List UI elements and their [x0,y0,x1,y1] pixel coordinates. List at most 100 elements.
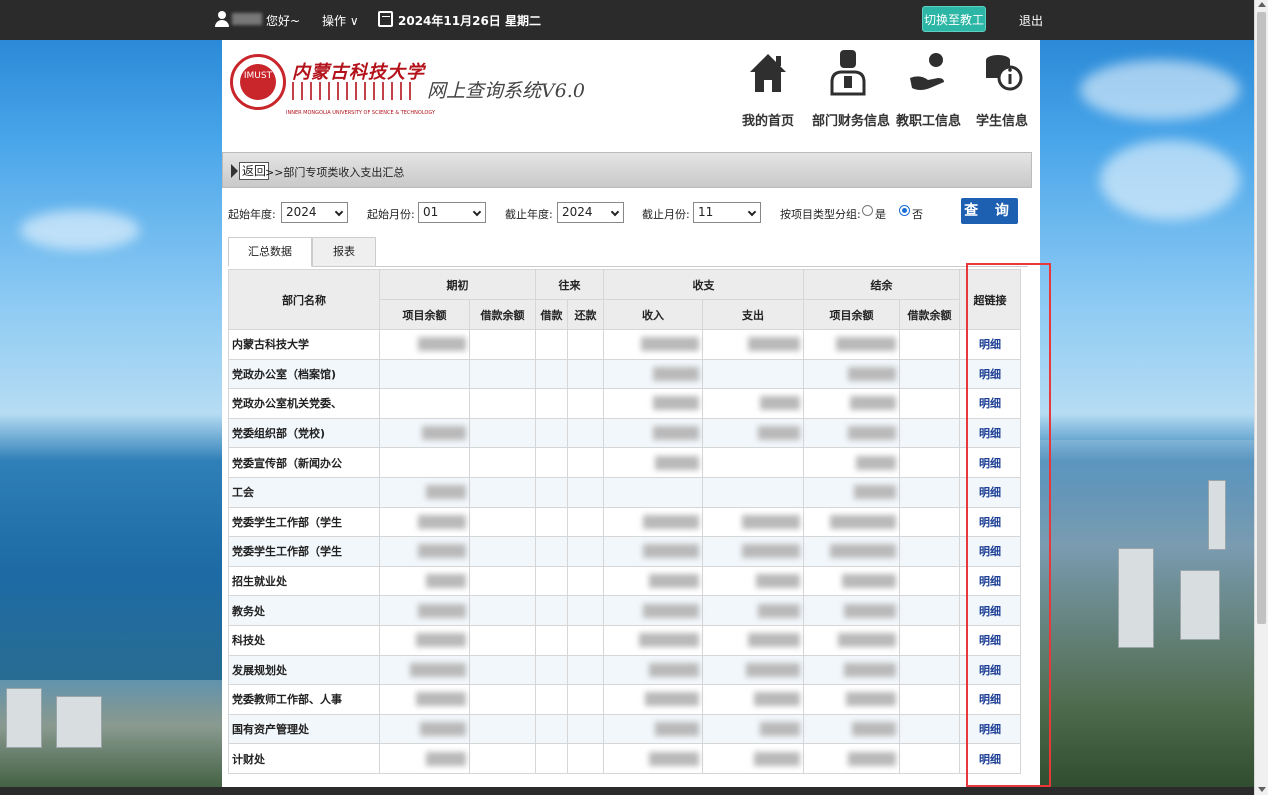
nav-home[interactable]: 我的首页 [742,48,794,129]
dept-name-cell: 党委学生工作部（学生 [228,506,380,538]
value-cell-redacted [702,654,804,686]
value-cell-redacted [379,388,470,419]
value-cell-redacted [567,447,604,478]
logout-link[interactable]: 退出 [1019,12,1043,29]
value-cell-redacted [803,713,900,745]
table-row: 党委学生工作部（学生 明细 [228,536,1021,567]
group-yes-label: 是 [875,208,886,221]
background-cloud [20,210,140,250]
group-no-radio[interactable] [899,205,910,216]
col-income: 收入 [603,299,703,330]
value-cell-redacted [469,447,536,478]
background-building [1118,548,1154,648]
value-cell-redacted [702,417,804,449]
value-cell-redacted [379,447,470,478]
dept-name-cell: 招生就业处 [228,565,380,597]
breadcrumb-arrow-icon [231,164,238,178]
value-cell-redacted [899,565,960,597]
start-year-select[interactable]: 2024 [281,202,348,223]
value-cell-redacted [702,447,804,478]
top-bar: 您好~ 操作 ∨ 2024年11月26日 星期二 切换至教工 退出 [0,0,1254,40]
value-cell-redacted [379,565,470,597]
background-building [56,696,102,748]
value-cell-redacted [702,684,804,715]
value-cell-redacted [603,743,703,774]
hand-coin-icon [906,48,950,100]
value-cell-redacted [702,388,804,419]
value-cell-redacted [567,684,604,715]
value-cell-redacted [469,388,536,419]
group-yes-radio[interactable] [862,205,873,216]
value-cell-redacted [469,417,536,449]
table-row: 发展规划处 明细 [228,654,1021,686]
end-year-select[interactable]: 2024 [557,202,624,223]
calendar-icon [378,11,393,27]
scroll-down-arrow-icon[interactable] [1258,787,1266,792]
value-cell-redacted [702,329,804,360]
value-cell-redacted [379,684,470,715]
value-cell-redacted [535,565,568,597]
value-cell-redacted [899,476,960,508]
table-row: 计财处 明细 [228,743,1021,774]
table-row: 党政办公室机关党委、 明细 [228,388,1021,419]
scroll-thumb[interactable] [1257,12,1266,624]
table-row: 内蒙古科技大学 明细 [228,329,1021,360]
dept-name-cell: 教务处 [228,595,380,626]
col-balance: 结余 [803,269,960,300]
value-cell-redacted [567,506,604,538]
value-cell-redacted [803,476,900,508]
value-cell-redacted [899,506,960,538]
value-cell-redacted [803,595,900,626]
table-row: 招生就业处 明细 [228,565,1021,597]
nav-staff-info[interactable]: 教职工信息 [896,48,961,129]
value-cell-redacted [535,506,568,538]
nav-student-info[interactable]: 学生信息 [974,48,1030,129]
university-name: 内蒙古科技大学 [292,62,425,83]
scroll-up-arrow-icon[interactable] [1258,2,1266,7]
end-month-label: 截止月份: [642,208,690,221]
page-scrollbar[interactable] [1254,0,1268,795]
end-month-select[interactable]: 11 [693,202,761,223]
dept-name-cell: 党委教师工作部、人事 [228,684,380,715]
col-opening: 期初 [379,269,536,300]
start-month-select[interactable]: 01 [418,202,486,223]
tab-report[interactable]: 报表 [312,237,376,267]
switch-to-staff-button[interactable]: 切换至教工 [922,6,986,32]
summary-table: 部门名称 期初 往来 收支 结余 超链接 项目余额 借款余额 借款 还款 收入 … [228,269,1021,774]
end-year-label: 截止年度: [505,208,553,221]
highlight-annotation-box [966,263,1051,787]
operations-menu[interactable]: 操作 ∨ [322,12,359,29]
value-cell-redacted [803,447,900,478]
table-row: 科技处 明细 [228,624,1021,656]
value-cell-redacted [702,536,804,567]
value-cell-redacted [899,654,960,686]
tab-summary[interactable]: 汇总数据 [228,237,312,267]
table-row: 党委学生工作部（学生 明细 [228,506,1021,538]
table-row: 党委教师工作部、人事 明细 [228,684,1021,715]
value-cell-redacted [567,329,604,360]
value-cell-redacted [567,743,604,774]
background-cloud [1080,60,1240,120]
value-cell-redacted [803,743,900,774]
value-cell-redacted [535,536,568,567]
bottom-bar [0,787,1254,795]
table-row: 党委宣传部（新闻办公 明细 [228,447,1021,478]
greeting-text: 您好~ [266,14,301,28]
value-cell-redacted [535,358,568,390]
value-cell-redacted [803,684,900,715]
system-title: 网上查询系统V6.0 [427,80,585,102]
query-button[interactable]: 查 询 [961,198,1018,224]
home-icon [746,48,790,100]
value-cell-redacted [379,329,470,360]
nav-department-finance[interactable]: 部门财务信息 [812,48,890,129]
background-building [1208,480,1226,550]
value-cell-redacted [803,536,900,567]
value-cell-redacted [603,358,703,390]
dept-name-cell: 党委组织部（党校) [228,417,380,449]
value-cell-redacted [535,476,568,508]
background-building [1180,570,1220,640]
value-cell-redacted [567,565,604,597]
value-cell-redacted [379,595,470,626]
value-cell-redacted [469,506,536,538]
col-opening-project-balance: 项目余额 [379,299,470,330]
